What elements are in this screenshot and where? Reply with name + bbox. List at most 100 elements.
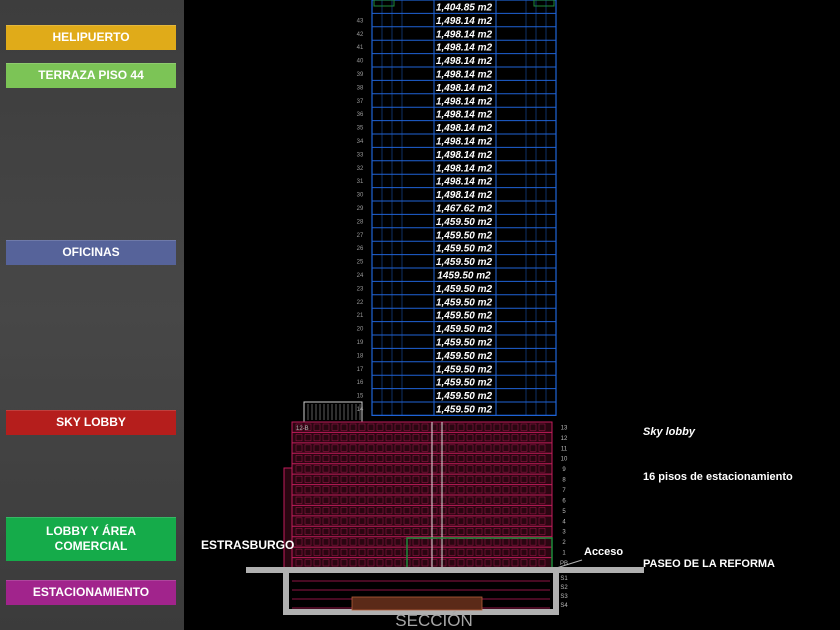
floor-area-label: 1,498.14 m2 <box>436 56 493 67</box>
floor-area-label: 1,467.62 m2 <box>436 204 493 215</box>
floor-area-label: 1,459.50 m2 <box>436 244 493 255</box>
floor-area-label: 1,459.50 m2 <box>436 297 493 308</box>
floor-number: 43 <box>357 18 364 24</box>
floor-number: 37 <box>357 99 364 105</box>
floor-number: 17 <box>357 367 364 373</box>
podium-level-number: 6 <box>562 498 566 504</box>
floor-area-label: 1,459.50 m2 <box>436 391 493 402</box>
podium-left-wing <box>283 467 293 569</box>
floor-number: 41 <box>357 45 364 51</box>
floor-number: 19 <box>357 340 364 346</box>
floor-number: 35 <box>357 126 364 132</box>
sky-lobby-block <box>303 401 363 423</box>
floor-area-label: 1,404.85 m2 <box>436 3 493 14</box>
floor-area-label: 1,459.50 m2 <box>436 338 493 349</box>
floor-area-label: 1,498.14 m2 <box>436 190 493 201</box>
legend-sky-lobby[interactable]: SKY LOBBY <box>6 410 176 435</box>
floor-number: 24 <box>357 273 364 279</box>
floor-number: 40 <box>357 59 364 65</box>
floor-number: 23 <box>357 286 364 292</box>
podium-parking: 13121110987654321PB12-B <box>283 421 568 569</box>
floor-area-label: 1,498.14 m2 <box>436 177 493 188</box>
podium-level-number: 7 <box>562 488 566 494</box>
floor-number: 34 <box>357 139 364 145</box>
floor-number: 22 <box>357 300 364 306</box>
floor-number: 42 <box>357 32 364 38</box>
floor-area-label: 1,459.50 m2 <box>436 364 493 375</box>
legend-helipuerto[interactable]: HELIPUERTO <box>6 25 176 50</box>
floor-area-label: 1,498.14 m2 <box>436 110 493 121</box>
podium-level-number: 3 <box>562 530 566 536</box>
legend-terraza-piso-44[interactable]: TERRAZA PISO 44 <box>6 63 176 88</box>
floor-number: 33 <box>357 152 364 158</box>
floor-area-label: 1,498.14 m2 <box>436 70 493 81</box>
floor-number: 15 <box>357 394 364 400</box>
legend-lobby-area-comercial[interactable]: LOBBY Y ÁREA COMERCIAL <box>6 517 176 561</box>
floor-number: 36 <box>357 112 364 118</box>
podium-level-number: 12 <box>561 436 568 442</box>
podium-level-number: 4 <box>562 519 566 525</box>
floor-area-label: 1,459.50 m2 <box>436 257 493 268</box>
floor-number: 25 <box>357 260 364 266</box>
floor-number: 18 <box>357 353 364 359</box>
basement-level-number: S1 <box>560 576 568 582</box>
floor-area-label: 1,459.50 m2 <box>436 217 493 228</box>
floor-number: 28 <box>357 219 364 225</box>
floor-number: 26 <box>357 246 364 252</box>
floor-area-label: 1459.50 m2 <box>437 271 491 282</box>
floor-number: 39 <box>357 72 364 78</box>
podium-top-label: 12-B <box>296 426 309 432</box>
basement-level-number: S3 <box>560 594 568 600</box>
basement-level-number: S2 <box>560 585 568 591</box>
floor-area-label: 1,498.14 m2 <box>436 163 493 174</box>
floor-area-label: 1,498.14 m2 <box>436 29 493 40</box>
sky-lobby-description: Sky lobby <box>643 426 695 438</box>
sky-lobby-frame <box>303 401 363 423</box>
podium-level-number: 11 <box>561 446 568 452</box>
floor-area-label: 1,459.50 m2 <box>436 378 493 389</box>
floor-area-label: 1,459.50 m2 <box>436 351 493 362</box>
floor-number: 30 <box>357 193 364 199</box>
floor-area-label: 1,498.14 m2 <box>436 123 493 134</box>
floor-number: 31 <box>357 179 364 185</box>
floor-number: 16 <box>357 380 364 386</box>
floor-number: 29 <box>357 206 364 212</box>
floor-number: 38 <box>357 85 364 91</box>
foundation-mat <box>351 596 483 611</box>
legend-panel: HELIPUERTO TERRAZA PISO 44 OFICINAS SKY … <box>0 0 184 630</box>
floor-area-label: 1,459.50 m2 <box>436 405 493 416</box>
podium-level-number: 9 <box>562 467 566 473</box>
floor-number: 32 <box>357 166 364 172</box>
floor-area-label: 1,498.14 m2 <box>436 16 493 27</box>
floor-number: 20 <box>357 327 364 333</box>
street-label-estrasburgo: ESTRASBURGO <box>201 538 294 552</box>
floor-number: 21 <box>357 313 364 319</box>
legend-oficinas[interactable]: OFICINAS <box>6 240 176 265</box>
tower-office-floors: 1,404.85 m2 1,498.14 m2 43 1,498.14 m2 42 1,4… <box>357 0 557 416</box>
floor-number: 14 <box>357 407 364 413</box>
podium-level-number: 8 <box>562 478 566 484</box>
podium-level-number: 1 <box>562 551 566 557</box>
building-section-diagram: 1,404.85 m21,498.14 m2431,498.14 m2421,4… <box>201 0 644 630</box>
floor-area-label: 1,498.14 m2 <box>436 96 493 107</box>
legend-estacionamiento[interactable]: ESTACIONAMIENTO <box>6 580 176 605</box>
floor-area-label: 1,459.50 m2 <box>436 230 493 241</box>
podium-level-number: 13 <box>561 425 568 431</box>
ground-and-basement: S1 S2 S3 S4 <box>246 559 644 615</box>
podium-level-number: 2 <box>562 540 566 546</box>
podium-level-number: 10 <box>561 457 568 463</box>
floor-number: 27 <box>357 233 364 239</box>
podium-level-number: 5 <box>562 509 566 515</box>
paseo-de-la-reforma-label: PASEO DE LA REFORMA <box>643 558 776 570</box>
floor-area-label: 1,459.50 m2 <box>436 324 493 335</box>
floor-area-label: 1,498.14 m2 <box>436 150 493 161</box>
floor-area-label: 1,498.14 m2 <box>436 137 493 148</box>
floor-area-label: 1,459.50 m2 <box>436 311 493 322</box>
access-label: Acceso <box>584 546 623 558</box>
floor-area-label: 1,498.14 m2 <box>436 43 493 54</box>
floor-area-label: 1,459.50 m2 <box>436 284 493 295</box>
floor-area-label: 1,498.14 m2 <box>436 83 493 94</box>
street-reforma <box>550 567 644 573</box>
parking-description: 16 pisos de estacionamiento <box>643 471 793 483</box>
section-title: SECCIÓN <box>395 611 472 630</box>
